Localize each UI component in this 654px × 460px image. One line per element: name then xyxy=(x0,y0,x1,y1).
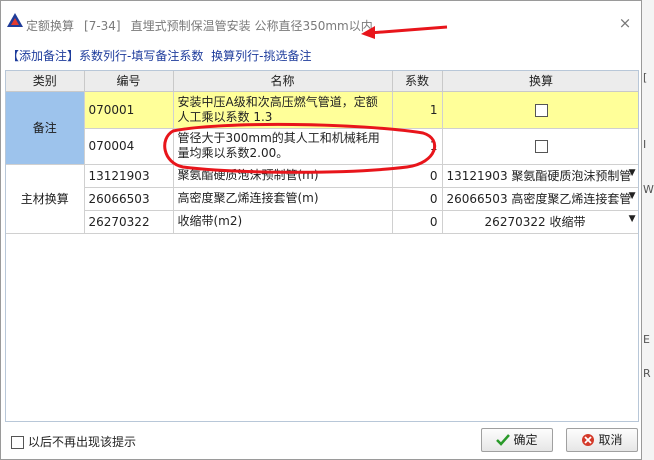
dropdown-arrow-icon[interactable]: ▼ xyxy=(629,191,636,201)
material-select[interactable]: 26066503 高密度聚乙烯连接套管 ▼ xyxy=(447,190,636,207)
cancel-label: 取消 xyxy=(598,433,623,447)
hint-text-select-note: 换算列行-挑选备注 xyxy=(211,49,312,63)
background-glyph: W xyxy=(643,183,654,196)
column-header-category[interactable]: 类别 xyxy=(6,71,85,92)
annotation-oval-icon xyxy=(163,122,436,174)
column-header-conversion[interactable]: 换算 xyxy=(442,71,638,92)
background-glyph: I xyxy=(643,138,647,151)
row-name: 收缩带(m2) xyxy=(173,210,393,234)
row-code: 26270322 xyxy=(84,210,174,234)
table-row[interactable]: 26270322 收缩带(m2) 0 26270322 收缩带 ▼ xyxy=(6,210,638,234)
row-conversion-cell: 13121903 聚氨酯硬质泡沫预制管 ▼ xyxy=(442,164,638,188)
background-glyph: E xyxy=(643,333,650,346)
row-code: 070004 xyxy=(84,128,174,165)
dropdown-arrow-icon[interactable]: ▼ xyxy=(629,214,636,224)
conversion-checkbox[interactable] xyxy=(534,140,548,153)
confirm-button[interactable]: 确定 xyxy=(481,428,553,452)
row-code: 070001 xyxy=(84,91,174,129)
conversion-dialog: 定额换算 [7-34] 直埋式预制保温管安装 公称直径350mm以内 × 【添加备注… xyxy=(0,0,642,460)
hint-text-add-note: 【添加备注】系数列行-填写备注系数 xyxy=(7,49,204,63)
cancel-button[interactable]: 取消 xyxy=(566,428,638,452)
row-code: 13121903 xyxy=(84,164,174,188)
row-conversion-cell xyxy=(442,128,638,165)
row-conversion-cell: 26270322 收缩带 ▼ xyxy=(442,210,638,234)
category-material-conversion: 主材换算 xyxy=(6,164,85,234)
dropdown-arrow-icon[interactable]: ▼ xyxy=(629,168,636,178)
cancel-icon xyxy=(582,433,595,446)
table-row[interactable]: 26066503 高密度聚乙烯连接套管(m) 0 26066503 高密度聚乙烯… xyxy=(6,187,638,211)
category-note: 备注 xyxy=(6,91,85,165)
check-icon xyxy=(496,433,511,446)
annotation-arrow-icon xyxy=(361,25,448,39)
row-conversion-cell xyxy=(442,91,638,129)
row-coefficient[interactable]: 0 xyxy=(392,187,443,211)
row-name: 高密度聚乙烯连接套管(m) xyxy=(173,187,393,211)
row-coefficient[interactable]: 0 xyxy=(392,210,443,234)
material-select-value: 26066503 高密度聚乙烯连接套管 xyxy=(446,192,632,206)
conversion-checkbox[interactable] xyxy=(534,103,548,117)
confirm-label: 确定 xyxy=(513,433,538,447)
dont-show-label: 以后不再出现该提示 xyxy=(28,435,137,449)
background-glyph: R xyxy=(643,367,651,380)
title-bar: 定额换算 [7-34] 直埋式预制保温管安装 公称直径350mm以内 × xyxy=(1,1,641,35)
row-conversion-cell: 26066503 高密度聚乙烯连接套管 ▼ xyxy=(442,187,638,211)
dont-show-checkbox[interactable] xyxy=(11,436,24,449)
row-code: 26066503 xyxy=(84,187,174,211)
hint-instructions: 【添加备注】系数列行-填写备注系数 换算列行-挑选备注 xyxy=(7,47,316,64)
column-header-name[interactable]: 名称 xyxy=(173,71,393,92)
quota-item-name: 直埋式预制保温管安装 公称直径350mm以内 xyxy=(130,19,373,33)
material-select[interactable]: 13121903 聚氨酯硬质泡沫预制管 ▼ xyxy=(447,167,636,184)
window-title: 定额换算 [7-34] 直埋式预制保温管安装 公称直径350mm以内 xyxy=(26,17,373,34)
app-logo-icon xyxy=(7,13,23,27)
title-label: 定额换算 xyxy=(26,19,75,33)
material-select-value: 13121903 聚氨酯硬质泡沫预制管 xyxy=(446,169,632,183)
grid-header-row: 类别 编号 名称 系数 换算 xyxy=(6,71,638,92)
column-header-coefficient[interactable]: 系数 xyxy=(392,71,443,92)
background-glyph: [ xyxy=(643,71,648,84)
quota-code: [7-34] xyxy=(84,19,121,33)
material-select[interactable]: 26270322 收缩带 ▼ xyxy=(447,213,636,230)
close-button[interactable]: × xyxy=(617,15,633,31)
dont-show-again[interactable]: 以后不再出现该提示 xyxy=(11,433,136,450)
column-header-code[interactable]: 编号 xyxy=(84,71,174,92)
material-select-value: 26270322 收缩带 xyxy=(484,215,586,229)
background-window-edge: [ I W E R xyxy=(640,0,654,460)
